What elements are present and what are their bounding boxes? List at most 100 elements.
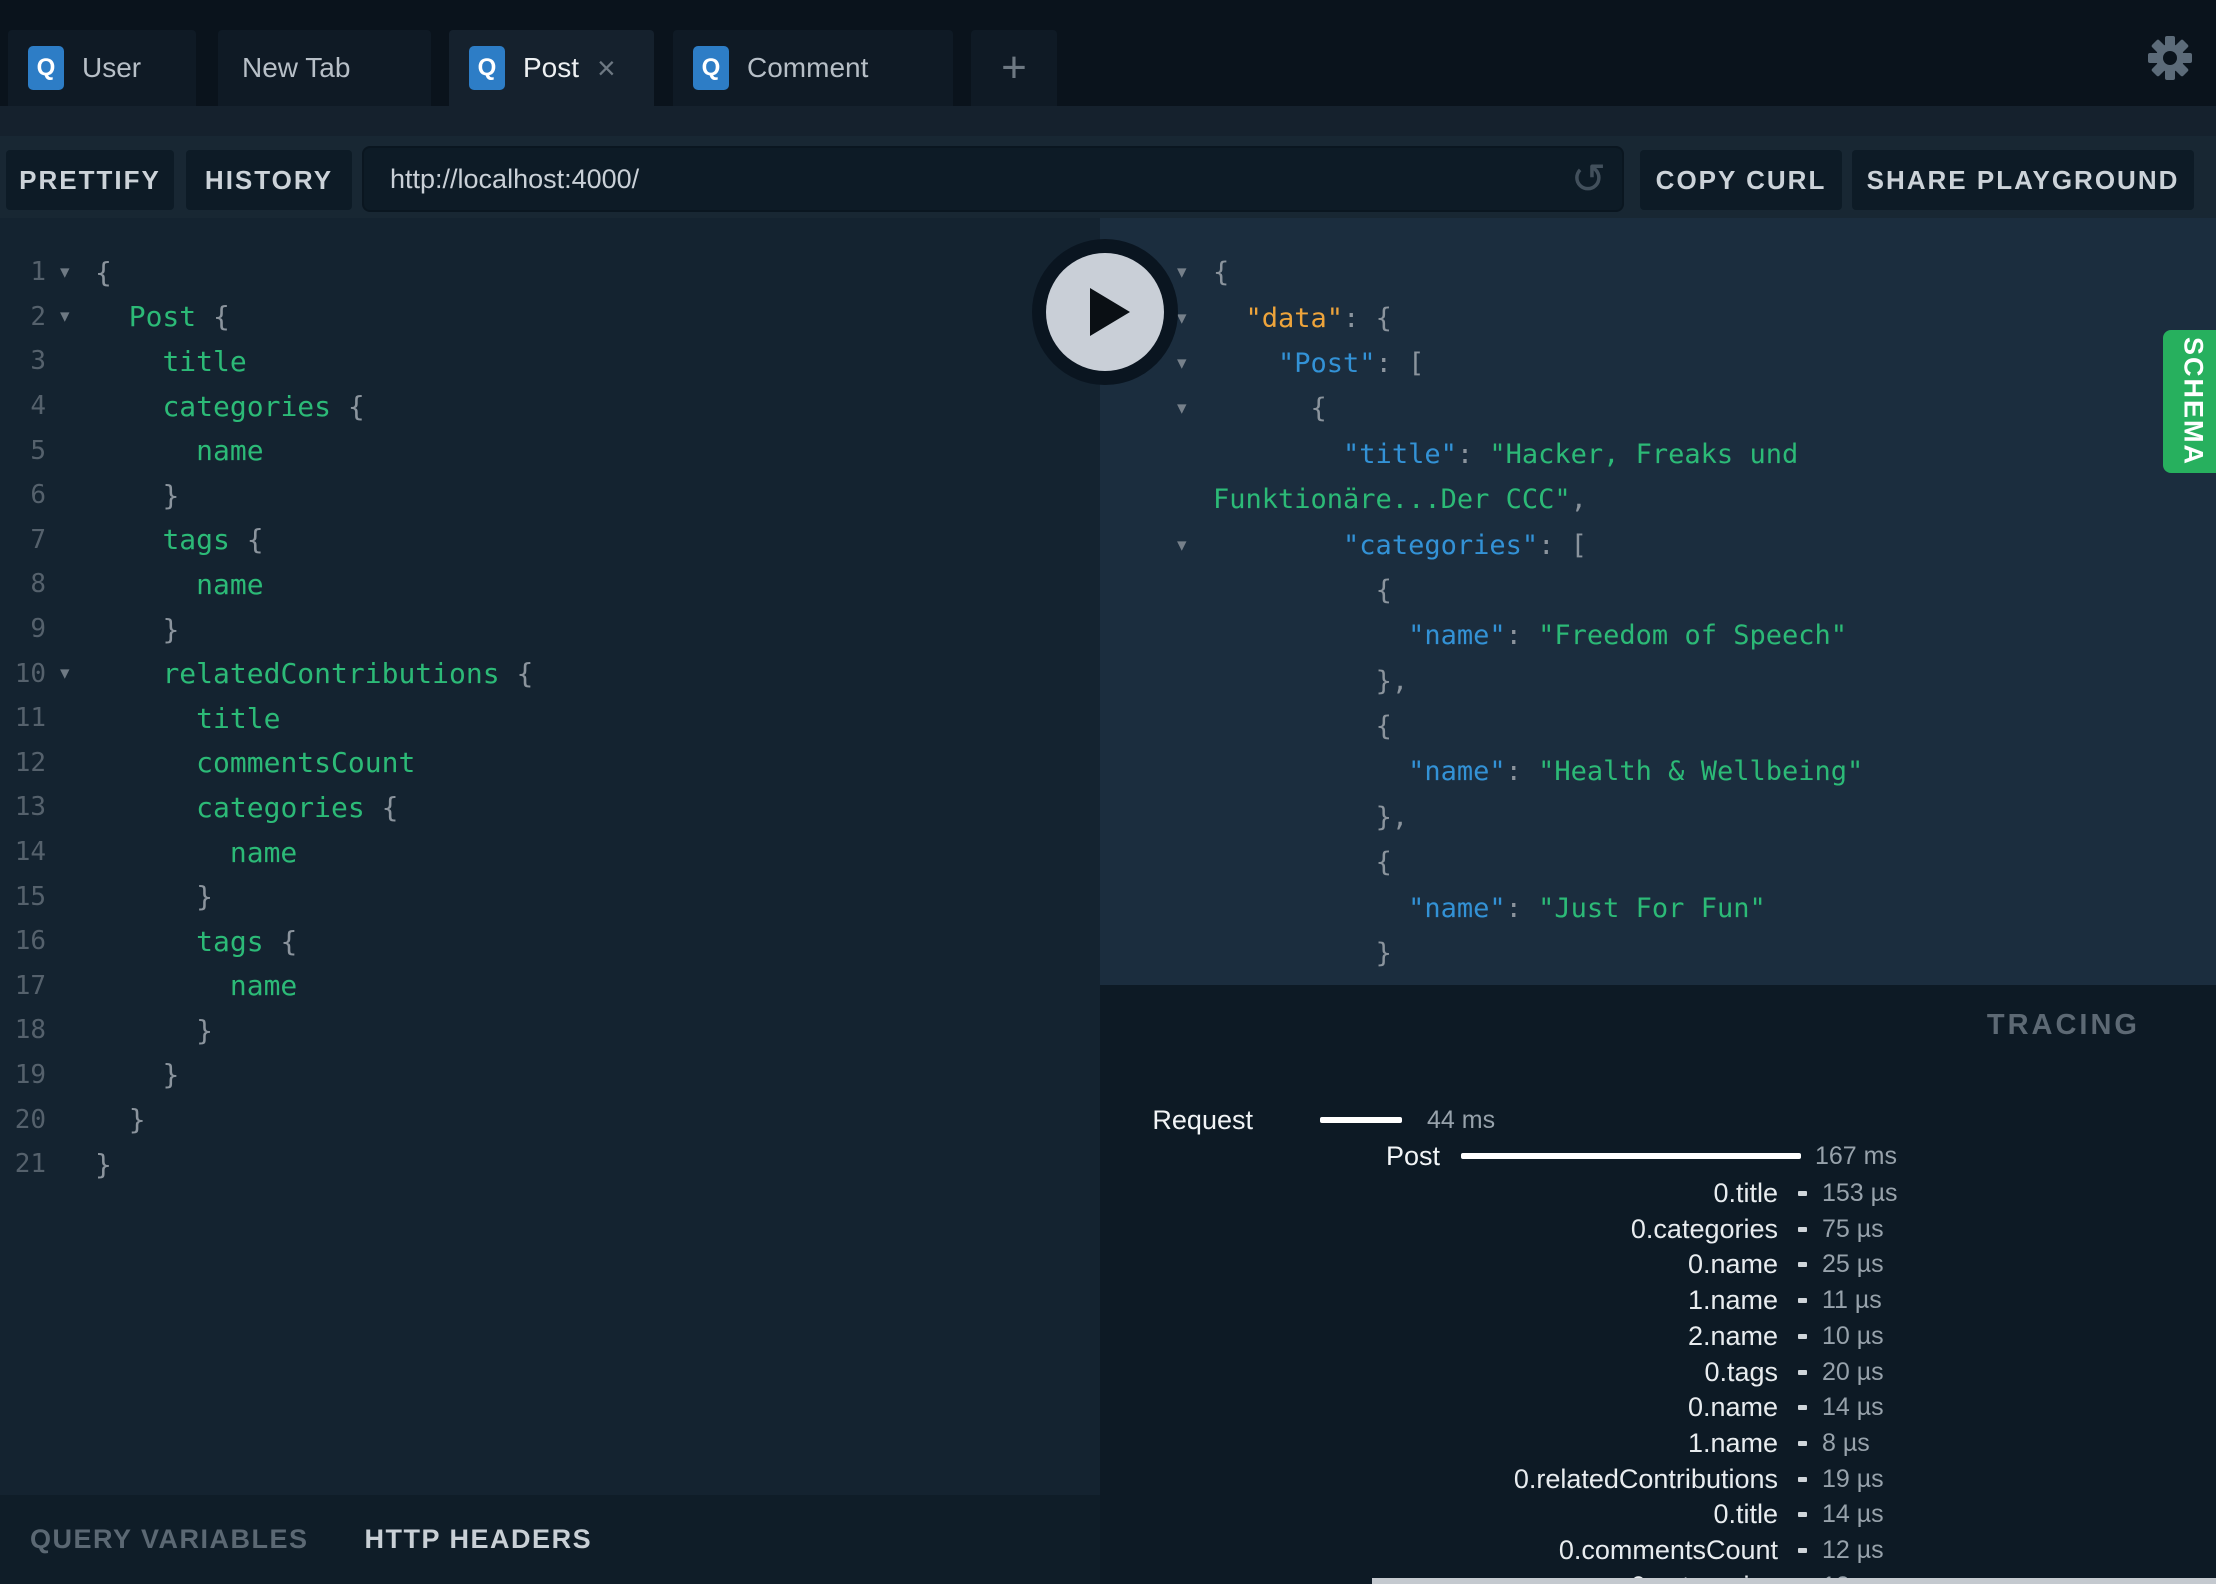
response-line: "name": "Just For Fun" — [1408, 892, 1766, 924]
share-playground-button[interactable]: SHARE PLAYGROUND — [1852, 150, 2194, 210]
response-line: }, — [1375, 665, 1409, 697]
tracing-resolver-row: 1.name 11 µs — [1100, 1284, 2216, 1316]
resolver-duration: 14 µs — [1822, 1393, 1884, 1421]
url-input[interactable] — [364, 163, 1571, 195]
editor-line: 10 ▾ relatedContributions { — [0, 651, 1100, 696]
resolver-path: 1.name — [1687, 1285, 1778, 1315]
resolver-duration: 19 µs — [1822, 1465, 1884, 1493]
schema-tab[interactable]: SCHEMA — [2163, 330, 2216, 473]
tracing-span-row: Post 167 ms — [1100, 1140, 2216, 1172]
editor-line: 13 categories { — [0, 785, 1100, 830]
copy-curl-button[interactable]: COPY CURL — [1640, 150, 1842, 210]
tab-user[interactable]: Q User — [8, 30, 196, 106]
line-number: 3 — [30, 346, 46, 377]
refresh-schema-icon[interactable]: ↺ — [1571, 158, 1606, 200]
editor-line: 8 name — [0, 562, 1100, 607]
line-number: 2 — [30, 301, 46, 332]
line-number: 21 — [14, 1149, 46, 1180]
line-number: 6 — [30, 480, 46, 511]
line-number: 20 — [14, 1104, 46, 1135]
line-number: 18 — [14, 1015, 46, 1046]
horizontal-scrollbar[interactable] — [1372, 1578, 2216, 1584]
plus-icon: + — [1001, 43, 1027, 92]
tab-post[interactable]: Q Post × — [449, 30, 654, 106]
fold-arrow-icon[interactable]: ▾ — [46, 662, 95, 685]
fold-arrow-icon[interactable]: ▾ — [46, 305, 95, 328]
response-line: }, — [1375, 801, 1409, 833]
execute-query-button[interactable] — [1032, 239, 1178, 385]
response-line: ] — [1100, 976, 2216, 985]
tab-label: New Tab — [242, 52, 351, 83]
history-button[interactable]: HISTORY — [186, 150, 352, 210]
line-number: 11 — [14, 703, 46, 734]
editor-line: 6 } — [0, 473, 1100, 518]
query-badge: Q — [28, 46, 64, 90]
add-tab-button[interactable]: + — [971, 30, 1057, 106]
resolver-path: 0.commentsCount — [1558, 1535, 1778, 1565]
fold-arrow-icon[interactable]: ▾ — [46, 261, 95, 284]
line-number: 8 — [30, 569, 46, 600]
collapse-arrow-icon[interactable]: ▾ — [1177, 397, 1213, 420]
toolbar: PRETTIFY HISTORY ↺ COPY CURL SHARE PLAYG… — [0, 136, 2216, 218]
response-line: ▾{ — [1177, 257, 1230, 289]
tracing-resolver-row: 0.relatedContributions 19 µs — [1100, 1463, 2216, 1495]
resolver-duration: 153 µs — [1822, 1179, 1898, 1207]
resolver-duration: 12 µs — [1822, 1536, 1884, 1564]
editor-line: 14 name — [0, 830, 1100, 875]
trace-bar — [1798, 1191, 1807, 1196]
tab-bar-strip — [0, 106, 2216, 136]
resolver-duration: 8 µs — [1822, 1429, 1870, 1457]
collapse-arrow-icon[interactable]: ▾ — [1177, 261, 1213, 284]
play-icon — [1090, 288, 1130, 336]
settings-gear-icon[interactable] — [2146, 34, 2194, 82]
tracing-resolver-row: 0.title 153 µs — [1100, 1177, 2216, 1209]
tracing-resolver-row: 1.name 8 µs — [1100, 1427, 2216, 1459]
trace-bar — [1798, 1334, 1807, 1339]
tracing-resolver-row: 2.name 10 µs — [1100, 1320, 2216, 1352]
span-duration: 167 ms — [1815, 1142, 1897, 1170]
collapse-arrow-icon[interactable]: ▾ — [1177, 534, 1213, 557]
response-line: ▾ "categories": [ — [1177, 529, 1587, 561]
span-label: Post — [1385, 1141, 1440, 1171]
editor-line: 17 name — [0, 964, 1100, 1009]
line-number: 7 — [30, 524, 46, 555]
trace-bar — [1798, 1548, 1807, 1553]
tab-new-tab[interactable]: New Tab — [218, 30, 431, 106]
query-variables-tab[interactable]: QUERY VARIABLES — [30, 1524, 309, 1555]
line-number: 4 — [30, 391, 46, 422]
collapse-arrow-icon[interactable]: ▾ — [1177, 352, 1213, 375]
response-line: "name": "Freedom of Speech" — [1408, 620, 1847, 652]
resolver-duration: 11 µs — [1822, 1286, 1882, 1314]
editor-line: 16 tags { — [0, 919, 1100, 964]
tab-comment[interactable]: Q Comment — [673, 30, 953, 106]
close-tab-icon[interactable]: × — [597, 52, 616, 84]
editor-line: 1 ▾{ — [0, 250, 1100, 295]
trace-bar — [1461, 1153, 1801, 1159]
resolver-path: 0.relatedContributions — [1513, 1464, 1778, 1494]
editor-line: 11 title — [0, 696, 1100, 741]
prettify-button[interactable]: PRETTIFY — [6, 150, 174, 210]
collapse-arrow-icon[interactable]: ▾ — [1177, 307, 1213, 330]
editor-line: 12 commentsCount — [0, 741, 1100, 786]
resolver-duration: 75 µs — [1822, 1215, 1884, 1243]
line-number: 15 — [14, 881, 46, 912]
response-viewer: ▾{ ▾ "data": { ▾ "Post": [ ▾ { "title": … — [1100, 218, 2216, 985]
resolver-path: 0.title — [1713, 1178, 1778, 1208]
response-line: Funktionäre...Der CCC", — [1213, 484, 1587, 516]
query-badge: Q — [469, 46, 505, 90]
resolver-path: 2.name — [1687, 1321, 1778, 1351]
resolver-path: 0.title — [1713, 1499, 1778, 1529]
editor-line: 15 } — [0, 874, 1100, 919]
response-line: } — [1375, 938, 1392, 970]
span-duration: 44 ms — [1427, 1106, 1496, 1134]
http-headers-tab[interactable]: HTTP HEADERS — [365, 1524, 593, 1555]
resolver-duration: 10 µs — [1822, 1322, 1884, 1350]
editor-line: 20 } — [0, 1097, 1100, 1142]
editor-line: 4 categories { — [0, 384, 1100, 429]
line-number: 9 — [30, 614, 46, 645]
trace-bar — [1798, 1512, 1807, 1517]
query-editor[interactable]: 1 ▾{ 2 ▾ Post { 3 title 4 categories { 5 n… — [0, 218, 1100, 1495]
line-number: 10 — [14, 658, 46, 689]
resolver-duration: 25 µs — [1822, 1250, 1884, 1278]
tracing-resolver-row: 0.title 14 µs — [1100, 1498, 2216, 1530]
